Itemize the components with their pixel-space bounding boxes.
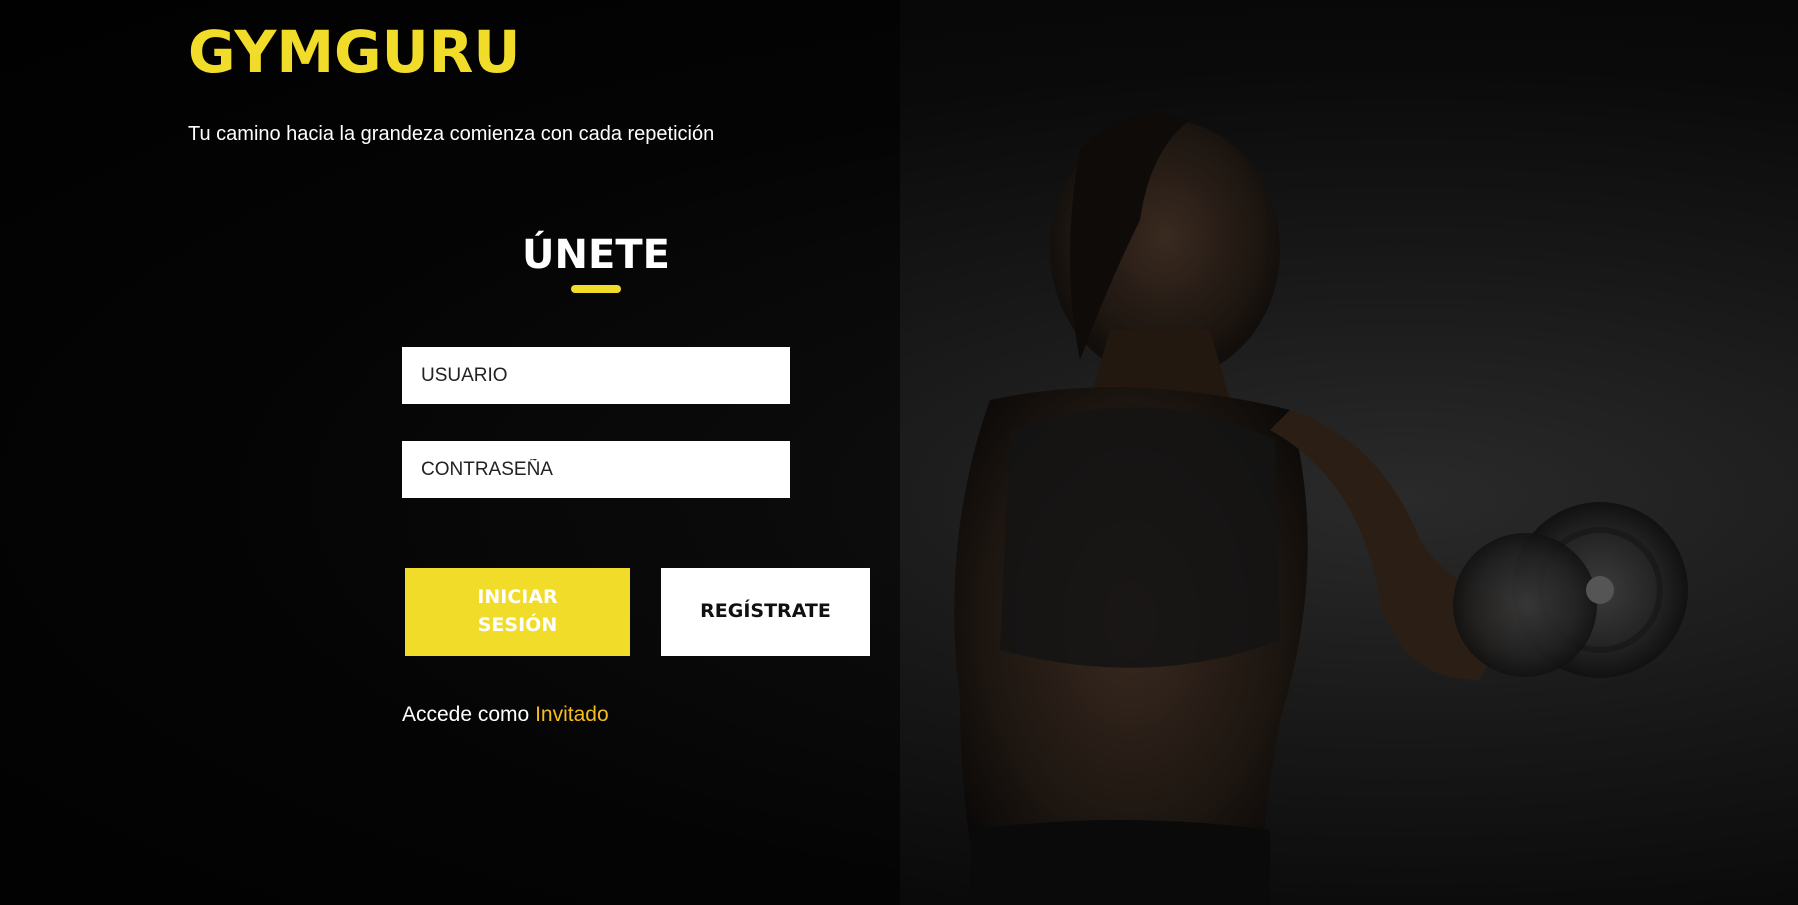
guest-link[interactable]: Invitado xyxy=(535,703,609,726)
join-title: ÚNETE xyxy=(522,232,670,278)
password-input[interactable] xyxy=(402,441,790,498)
login-button[interactable]: INICIAR SESIÓN xyxy=(405,568,630,656)
guest-access: Accede como Invitado xyxy=(402,703,609,727)
title-underline xyxy=(571,285,621,293)
guest-prefix: Accede como xyxy=(402,703,530,726)
brand-logo: GYMGURU xyxy=(188,18,521,86)
tagline: Tu camino hacia la grandeza comienza con… xyxy=(188,123,715,145)
username-input[interactable] xyxy=(402,347,790,404)
login-page: GYMGURU Tu camino hacia la grandeza comi… xyxy=(0,0,1798,905)
register-button[interactable]: REGÍSTRATE xyxy=(661,568,870,656)
